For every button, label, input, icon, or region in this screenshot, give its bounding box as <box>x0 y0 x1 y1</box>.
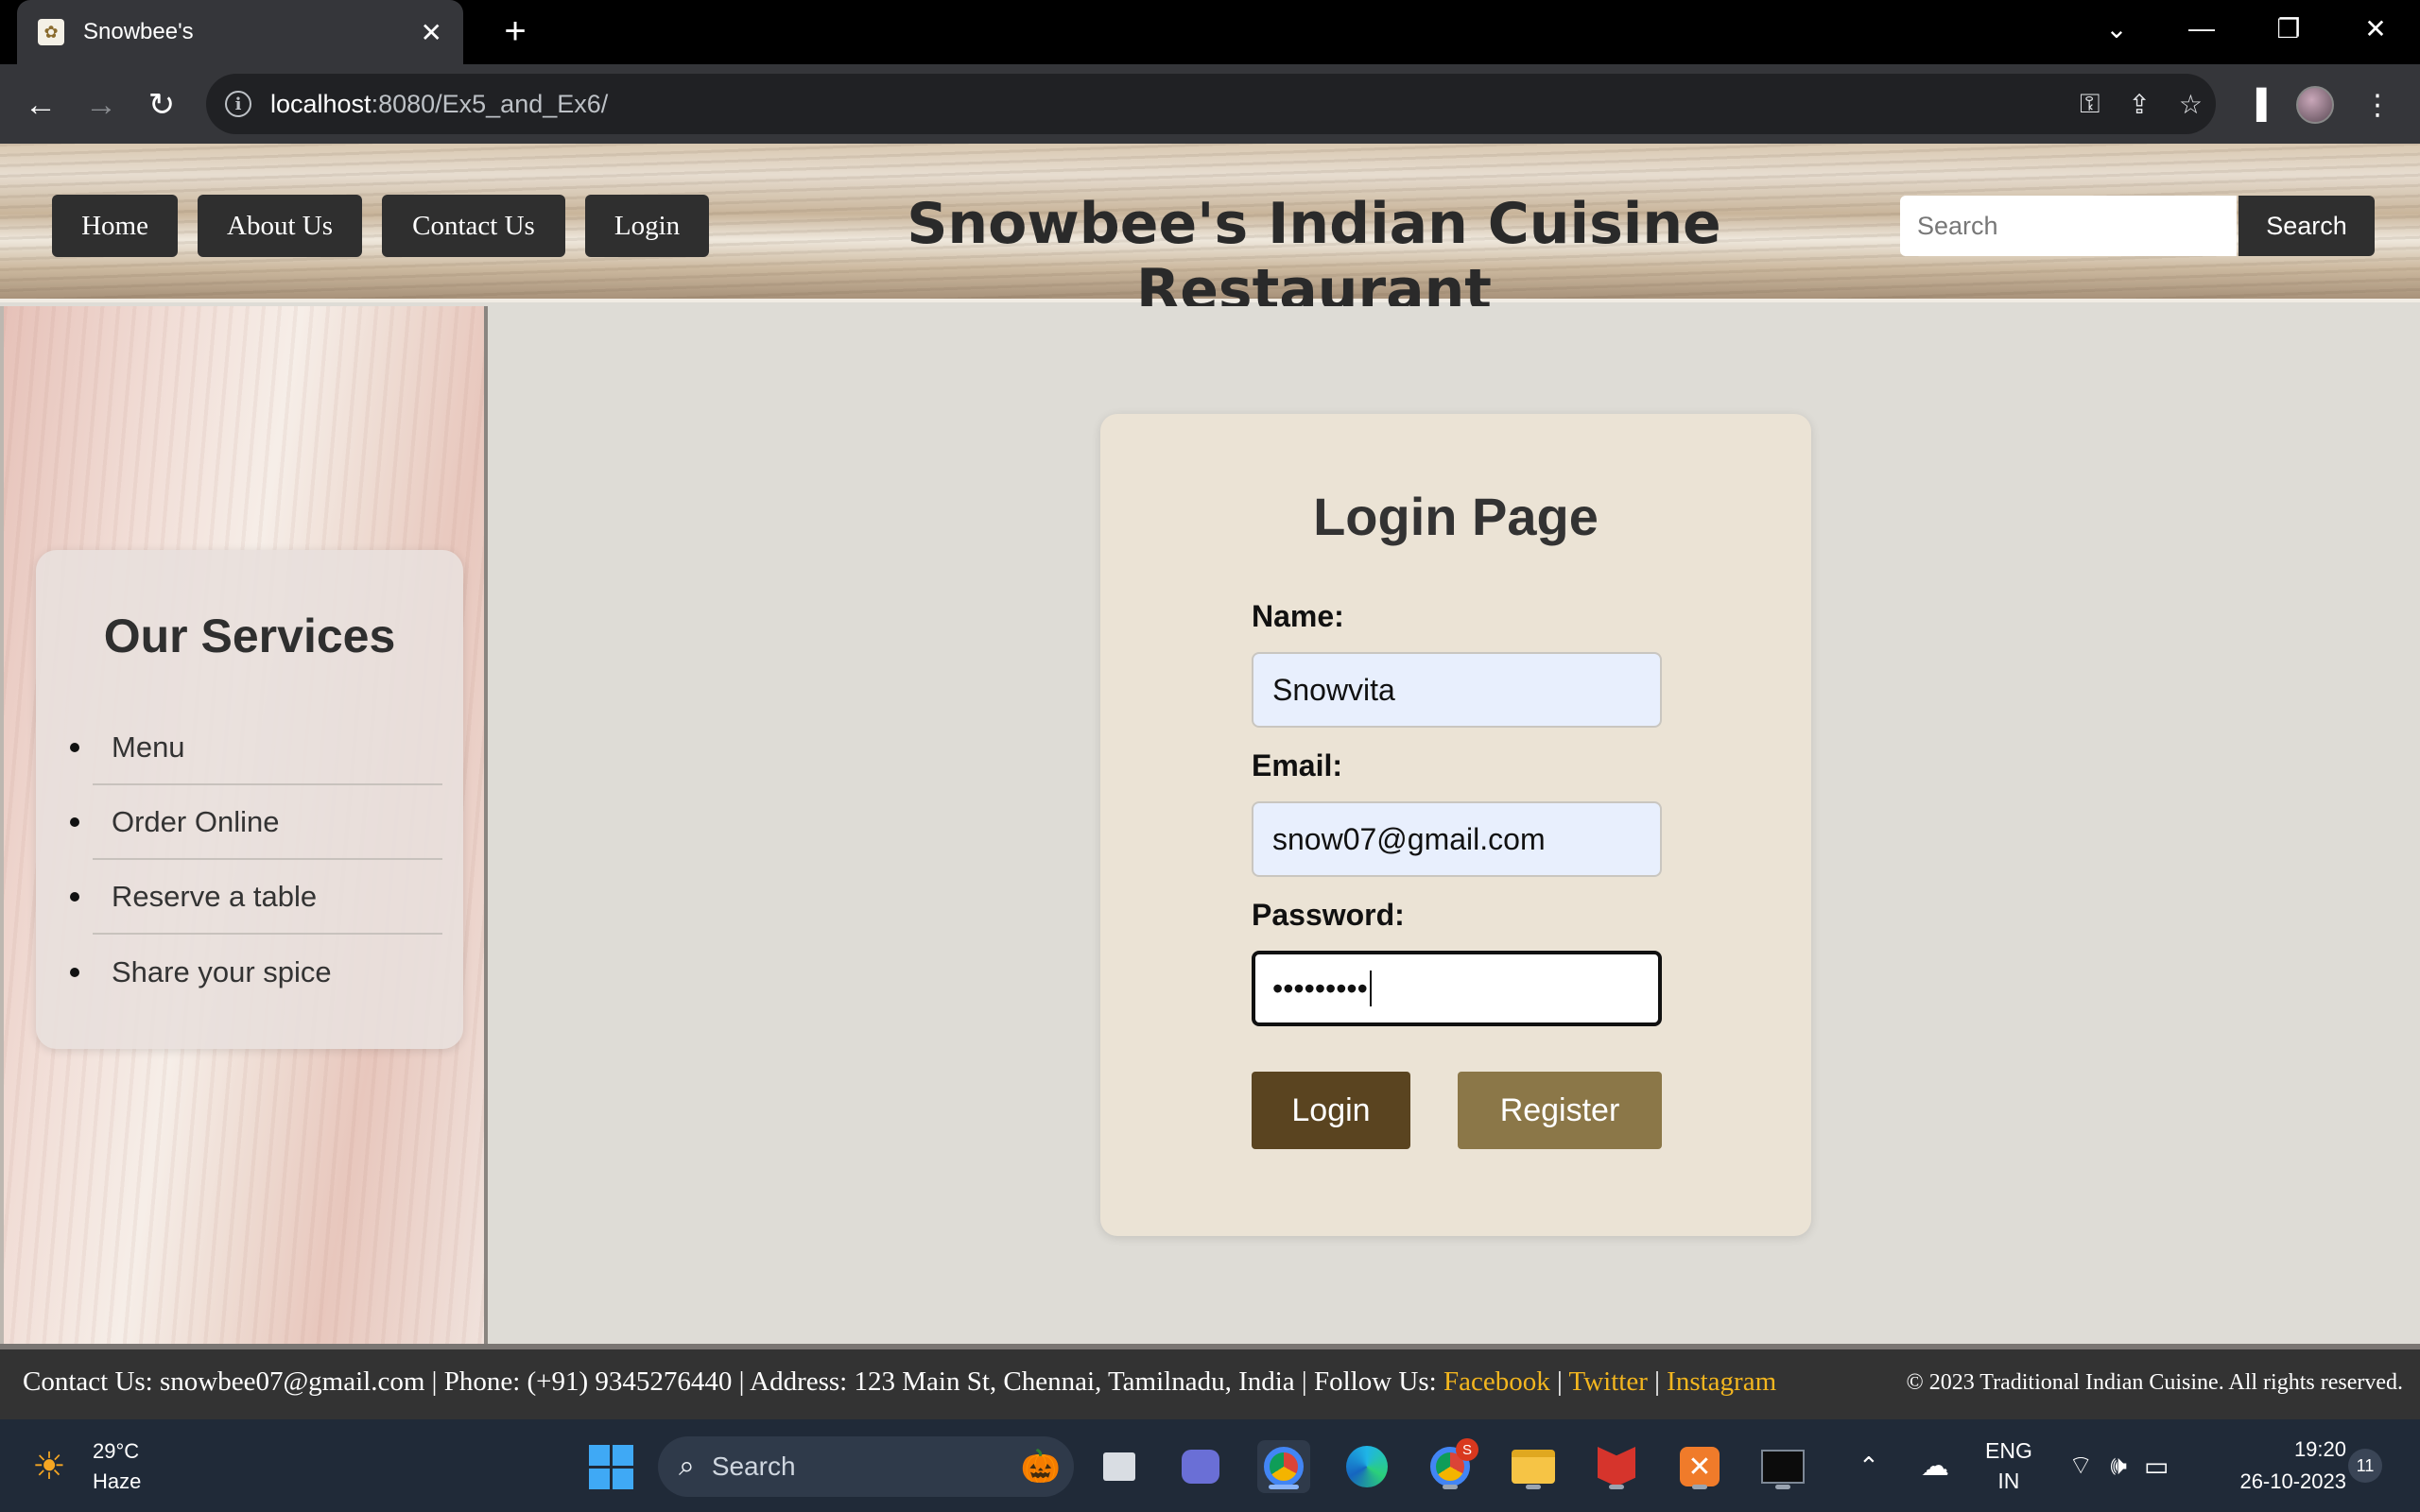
url-path: :8080/Ex5_and_Ex6/ <box>371 89 609 118</box>
edge-icon[interactable] <box>1340 1440 1393 1493</box>
share-icon[interactable]: ⇪ <box>2128 89 2150 120</box>
services-title: Our Services <box>103 610 396 662</box>
weather-temp: 29°C <box>93 1439 140 1463</box>
search-input[interactable] <box>1900 196 2237 256</box>
name-label: Name: <box>1252 599 1344 633</box>
nav-contact-button[interactable]: Contact Us <box>382 195 565 257</box>
notification-center[interactable]: 11 <box>2348 1419 2382 1512</box>
language-indicator[interactable]: ENG IN <box>1985 1419 2032 1512</box>
teams-chat-icon[interactable] <box>1174 1440 1227 1493</box>
haze-sun-icon: ☀ <box>32 1446 66 1487</box>
avatar[interactable] <box>2291 81 2339 129</box>
volume-icon: 🕪 <box>2110 1450 2127 1480</box>
show-hidden-icons-chevron-icon[interactable]: ⌃ <box>1858 1419 1879 1512</box>
start-windows-icon[interactable] <box>584 1440 637 1493</box>
onedrive-cloud-icon[interactable]: ☁ <box>1921 1419 1949 1512</box>
menu-kebab-icon[interactable]: ⋮ <box>2354 81 2401 129</box>
chrome-profile-icon[interactable]: S <box>1424 1438 1478 1493</box>
taskbar: ☀ 29°C Haze ⌕ Search 🎃 S ✕ ⌃ ☁ ENG IN ⌔ … <box>0 1419 2420 1512</box>
password-field[interactable]: ••••••••• <box>1252 951 1662 1026</box>
side-panel-icon[interactable]: ▐ <box>2233 81 2280 129</box>
chrome-icon[interactable] <box>1257 1440 1310 1493</box>
password-masked-value: ••••••••• <box>1272 971 1368 1005</box>
new-tab-icon[interactable]: + <box>493 9 537 53</box>
footer-contact: Contact Us: snowbee07@gmail.com | Phone:… <box>23 1366 1776 1398</box>
register-button[interactable]: Register <box>1458 1072 1662 1149</box>
language-top: ENG <box>1985 1438 2032 1463</box>
search-icon: ⌕ <box>679 1451 695 1482</box>
reload-icon[interactable]: ↻ <box>138 81 185 129</box>
restore-icon[interactable]: ❐ <box>2246 0 2331 57</box>
text-caret <box>1369 971 1372 1006</box>
email-field[interactable]: snow07@gmail.com <box>1252 801 1662 877</box>
sidebar: Our Services Menu Order Online Reserve a… <box>0 306 488 1344</box>
weather-widget[interactable]: ☀ 29°C Haze <box>32 1436 141 1497</box>
site-favicon-icon: ✿ <box>38 19 64 45</box>
facebook-link[interactable]: Facebook <box>1443 1366 1550 1397</box>
services-panel: Our Services Menu Order Online Reserve a… <box>36 550 463 1049</box>
browser-tab-strip: ✿ Snowbee's ✕ + ⌄ — ❐ ✕ <box>0 0 2420 64</box>
login-button[interactable]: Login <box>1252 1072 1410 1149</box>
url-text[interactable]: localhost:8080/Ex5_and_Ex6/ <box>270 90 608 119</box>
login-card: Login Page Name: Snowvita Email: snow07@… <box>1100 414 1811 1236</box>
forward-icon[interactable]: → <box>78 81 125 129</box>
clock-time: 19:20 <box>2293 1437 2346 1461</box>
xampp-icon[interactable]: ✕ <box>1673 1440 1726 1493</box>
footer-copyright: © 2023 Traditional Indian Cuisine. All r… <box>1906 1370 2403 1395</box>
taskbar-search[interactable]: ⌕ Search 🎃 <box>658 1436 1074 1497</box>
file-explorer-icon[interactable] <box>1507 1440 1560 1493</box>
services-list: Menu Order Online Reserve a table Share … <box>70 711 442 1009</box>
nav-about-button[interactable]: About Us <box>198 195 362 257</box>
clock-date: 26-10-2023 <box>2239 1469 2346 1493</box>
instagram-link[interactable]: Instagram <box>1667 1366 1776 1397</box>
tab-title: Snowbee's <box>83 19 194 44</box>
search-button[interactable]: Search <box>2238 196 2375 256</box>
web-page: Home About Us Contact Us Login Snowbee's… <box>0 144 2420 1419</box>
bookmark-star-icon[interactable]: ☆ <box>2179 89 2203 120</box>
mcafee-icon[interactable] <box>1590 1440 1643 1493</box>
site-title: Snowbee's Indian Cuisine Restaurant <box>907 191 1721 323</box>
footer-separator: | <box>1647 1366 1668 1397</box>
service-item-share-spice[interactable]: Share your spice <box>70 935 442 1009</box>
pumpkin-icon: 🎃 <box>1020 1449 1061 1485</box>
address-bar[interactable]: i localhost:8080/Ex5_and_Ex6/ ⚿ ⇪ ☆ <box>206 74 2216 134</box>
nav-home-button[interactable]: Home <box>52 195 178 257</box>
site-footer: Contact Us: snowbee07@gmail.com | Phone:… <box>0 1344 2420 1419</box>
close-window-icon[interactable]: ✕ <box>2333 0 2418 57</box>
terminal-icon[interactable] <box>1756 1440 1809 1493</box>
chrome-badge: S <box>1456 1438 1478 1461</box>
name-field[interactable]: Snowvita <box>1252 652 1662 728</box>
service-item-menu[interactable]: Menu <box>70 711 442 785</box>
main-content: Login Page Name: Snowvita Email: snow07@… <box>492 306 2420 1344</box>
url-host: localhost <box>270 89 372 118</box>
footer-separator: | <box>1549 1366 1569 1397</box>
browser-toolbar: ← → ↻ i localhost:8080/Ex5_and_Ex6/ ⚿ ⇪ … <box>0 64 2420 144</box>
site-info-icon[interactable]: i <box>225 91 251 117</box>
nav-login-button[interactable]: Login <box>585 195 709 257</box>
battery-icon: ▭ <box>2143 1451 2169 1481</box>
wifi-icon: ⌔ <box>2068 1450 2094 1480</box>
service-item-reserve-table[interactable]: Reserve a table <box>70 860 442 935</box>
browser-tab[interactable]: ✿ Snowbee's ✕ <box>17 0 463 64</box>
login-title: Login Page <box>1313 487 1599 546</box>
task-view-icon[interactable] <box>1093 1440 1146 1493</box>
service-item-order-online[interactable]: Order Online <box>70 785 442 860</box>
site-header: Home About Us Contact Us Login Snowbee's… <box>0 144 2420 323</box>
tab-close-icon[interactable]: ✕ <box>421 17 442 48</box>
back-icon[interactable]: ← <box>17 81 64 129</box>
minimize-icon[interactable]: — <box>2159 0 2244 57</box>
password-label: Password: <box>1252 898 1405 932</box>
footer-contact-text: Contact Us: snowbee07@gmail.com | Phone:… <box>23 1366 1443 1397</box>
tab-search-chevron-icon[interactable]: ⌄ <box>2074 0 2159 57</box>
language-bottom: IN <box>1997 1469 2020 1493</box>
twitter-link[interactable]: Twitter <box>1569 1366 1648 1397</box>
email-label: Email: <box>1252 748 1343 782</box>
clock[interactable]: 19:20 26-10-2023 <box>2218 1419 2346 1512</box>
weather-desc: Haze <box>93 1469 142 1493</box>
system-tray[interactable]: ⌔ 🕪 ▭ <box>2068 1419 2169 1512</box>
password-key-icon[interactable]: ⚿ <box>2080 89 2100 120</box>
notification-count: 11 <box>2348 1449 2382 1483</box>
taskbar-search-label: Search <box>711 1452 796 1481</box>
